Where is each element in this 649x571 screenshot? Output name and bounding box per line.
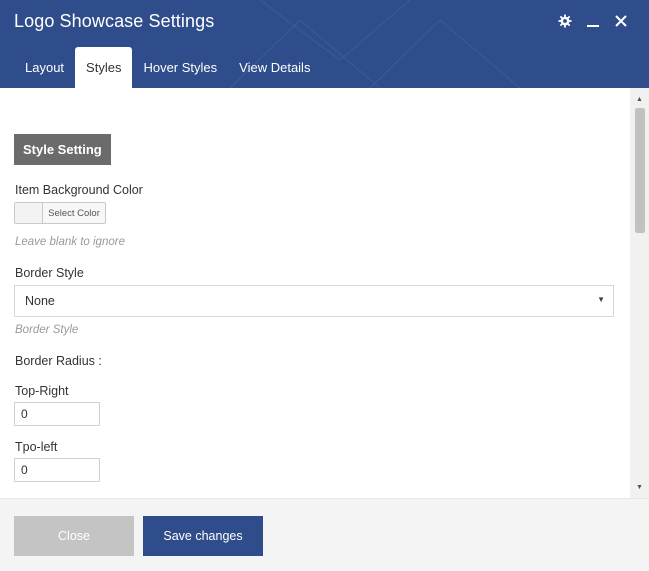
tab-view-details[interactable]: View Details <box>228 47 321 88</box>
top-right-label: Top-Right <box>15 384 69 398</box>
content-scrollbar[interactable]: ▲ ▼ <box>630 88 649 498</box>
item-bg-color-hint: Leave blank to ignore <box>15 236 125 248</box>
tab-hover-styles[interactable]: Hover Styles <box>132 47 228 88</box>
header-controls <box>557 12 629 30</box>
top-left-input[interactable] <box>14 458 100 482</box>
dropdown-arrow-icon: ▼ <box>597 295 605 304</box>
top-right-input[interactable] <box>14 402 100 426</box>
dialog-header: Logo Showcase Settings Layout Styles Hov… <box>0 0 649 88</box>
settings-content: Style Setting Item Background Color Sele… <box>0 88 649 498</box>
border-radius-label: Border Radius : <box>15 354 102 368</box>
close-button[interactable]: Close <box>14 516 134 556</box>
border-style-hint: Border Style <box>15 324 79 336</box>
border-style-selected: None <box>25 294 55 308</box>
dialog-footer: Close Save changes <box>0 498 649 571</box>
color-swatch <box>15 203 43 223</box>
dialog-title: Logo Showcase Settings <box>14 11 215 31</box>
close-icon[interactable] <box>613 12 629 30</box>
scrollbar-thumb[interactable] <box>635 108 645 233</box>
tab-styles[interactable]: Styles <box>75 47 133 88</box>
scroll-down-arrow-icon[interactable]: ▼ <box>630 480 649 494</box>
settings-tabs: Layout Styles Hover Styles View Details <box>14 47 321 88</box>
minimize-icon[interactable] <box>585 12 601 30</box>
save-changes-button[interactable]: Save changes <box>143 516 263 556</box>
border-style-select[interactable]: None ▼ <box>14 285 614 317</box>
border-style-label: Border Style <box>15 266 84 280</box>
scroll-up-arrow-icon[interactable]: ▲ <box>630 92 649 106</box>
select-color-button[interactable]: Select Color <box>14 202 106 224</box>
section-heading: Style Setting <box>14 134 111 165</box>
tab-layout[interactable]: Layout <box>14 47 75 88</box>
select-color-label: Select Color <box>48 207 100 219</box>
item-bg-color-label: Item Background Color <box>15 183 143 197</box>
gear-icon[interactable] <box>557 12 573 30</box>
top-left-label: Tpo-left <box>15 440 58 454</box>
